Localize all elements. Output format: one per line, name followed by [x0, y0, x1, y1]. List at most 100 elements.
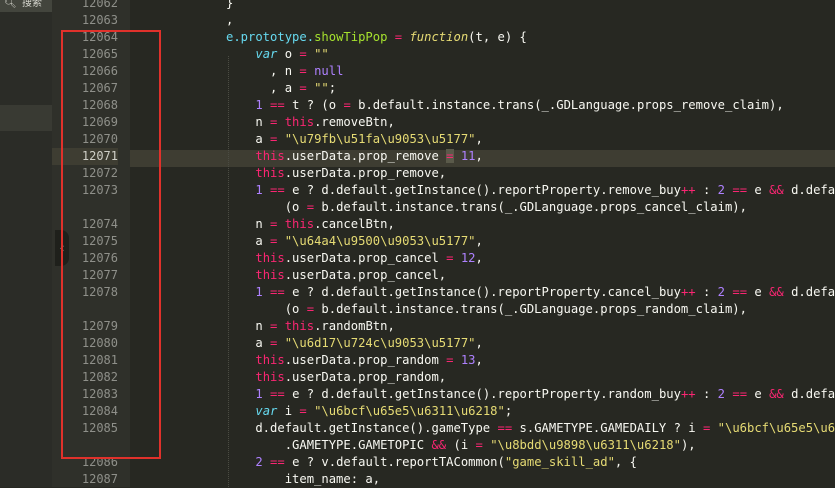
code-token: b.default.instance.trans(_.GDLanguage.pr…: [350, 98, 784, 112]
code-token: ,: [226, 13, 234, 27]
code-token: ,: [475, 353, 483, 367]
search-tab[interactable]: 🔍︎ 搜索: [0, 0, 52, 12]
side-selected-item[interactable]: [0, 105, 52, 131]
code-token: this: [255, 370, 285, 384]
code-token: (o: [226, 200, 307, 214]
code-token: ==: [270, 455, 285, 469]
code-token: ==: [270, 183, 285, 197]
code-line: n = this.cancelBtn,: [226, 216, 395, 233]
search-icon: 🔍︎: [4, 0, 17, 9]
code-token: =: [299, 404, 307, 418]
code-token: i: [277, 404, 300, 418]
code-line: 1 == e ? d.default.getInstance().reportP…: [226, 284, 835, 301]
code-line: (o = b.default.instance.trans(_.GDLangua…: [226, 199, 747, 216]
code-token: t ? (o: [284, 98, 344, 112]
code-token: ,: [475, 132, 483, 146]
code-line: , n = null: [226, 63, 343, 80]
code-token: ++: [680, 387, 696, 401]
code-token: &&: [769, 285, 784, 299]
code-token: ==: [732, 183, 748, 197]
code-token: ++: [680, 183, 696, 197]
code-line: n = this.removeBtn,: [226, 114, 394, 131]
code-token: (i: [446, 438, 476, 452]
code-token: function: [409, 30, 469, 44]
code-token: var: [255, 404, 278, 418]
code-token: .userData.prop_cancel: [284, 251, 447, 265]
code-line: var i = "\u6bcf\u65e5\u6311\u6218";: [226, 403, 512, 420]
code-token: :: [695, 183, 718, 197]
code-token: 13: [460, 353, 476, 367]
code-token: ==: [497, 421, 513, 435]
code-token: , {: [614, 455, 637, 469]
code-token: "\u8bdd\u9898\u6311\u6218": [490, 438, 681, 452]
code-line: n = this.randomBtn,: [226, 318, 394, 335]
line-number: 12062: [81, 0, 118, 10]
code-editor[interactable]: }, e.prototype.showTipPop = function(t, e…: [130, 0, 835, 487]
code-line: (o = b.default.instance.trans(_.GDLangua…: [226, 301, 747, 318]
code-token: this: [255, 353, 285, 367]
code-token: ==: [732, 285, 748, 299]
code-token: b.default.instance.trans(_.GDLanguage.pr…: [314, 302, 747, 316]
code-line: }: [226, 0, 233, 12]
code-token: e ? v.default.reportTACommon(: [284, 455, 505, 469]
code-token: :: [695, 387, 718, 401]
code-line: , a = "";: [226, 80, 336, 97]
code-token: "\u6bcf\u65e5\u6311\u6218": [314, 404, 505, 418]
code-token: e: [747, 285, 770, 299]
code-token: o: [277, 47, 300, 61]
code-token: "\u6bcf\u65e5\u6311\u6218": [717, 421, 835, 435]
code-token: 1: [255, 183, 263, 197]
code-line: this.userData.prop_cancel = 12,: [226, 250, 483, 267]
code-token: ),: [680, 438, 696, 452]
code-token: this: [255, 268, 285, 282]
code-token: d.default.getI: [791, 285, 835, 299]
code-token: "\u64a4\u9500\u9053\u5177": [284, 234, 476, 248]
code-token: a: [226, 336, 271, 350]
code-token: e.prototype.: [226, 30, 315, 44]
code-token: n: [226, 115, 271, 129]
code-token: 2: [717, 183, 726, 197]
code-line: d.default.getInstance().gameType == s.GA…: [226, 420, 835, 437]
code-token: .userData.prop_remove: [284, 149, 447, 163]
code-token: ,: [475, 149, 483, 163]
code-token: .GAMETYPE.GAMETOPIC: [226, 438, 432, 452]
code-token: =: [299, 64, 307, 78]
code-line: item_name: a,: [226, 471, 380, 487]
code-token: =: [343, 98, 351, 112]
line-number: 12087: [81, 472, 118, 486]
code-token: a: [226, 234, 271, 248]
code-token: (t, e) {: [468, 30, 527, 44]
code-token: =: [475, 438, 483, 452]
code-token: 12: [460, 251, 476, 265]
code-token: ,: [475, 234, 483, 248]
code-token: ==: [732, 387, 748, 401]
code-token: }: [226, 0, 234, 10]
code-line: this.userData.prop_random = 13,: [226, 352, 483, 369]
code-token: .cancelBtn,: [314, 217, 395, 231]
code-token: "\u6d17\u724c\u9053\u5177": [284, 336, 476, 350]
code-token: s.GAMETYPE.GAMEDAILY ? i: [512, 421, 703, 435]
code-token: b.default.instance.trans(_.GDLanguage.pr…: [314, 200, 747, 214]
code-token: 1: [255, 98, 263, 112]
code-line: var o = "": [226, 46, 328, 63]
line-number: 12063: [81, 13, 118, 27]
code-token: a: [226, 132, 271, 146]
